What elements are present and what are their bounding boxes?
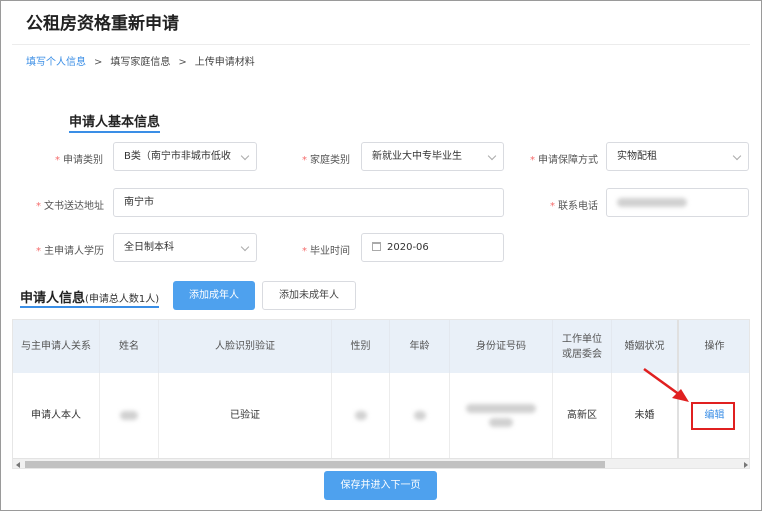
basic-info-section-title: 申请人基本信息 xyxy=(69,111,161,133)
redacted-id-line2 xyxy=(489,418,513,427)
document-address-value: 南宁市 xyxy=(124,197,154,208)
header-work-unit: 工作单位 或居委会 xyxy=(553,320,612,373)
cell-id-number xyxy=(450,373,553,458)
header-age: 年龄 xyxy=(390,320,450,373)
calendar-icon xyxy=(372,241,381,251)
family-category-select[interactable]: 新就业大中专毕业生 xyxy=(361,142,504,171)
cell-name xyxy=(100,373,159,458)
apply-category-label: * 申请类别 xyxy=(55,155,103,166)
cell-age xyxy=(390,373,450,458)
add-minor-button[interactable]: 添加未成年人 xyxy=(262,281,356,310)
cell-gender xyxy=(332,373,390,458)
scroll-left-arrow-icon[interactable] xyxy=(16,462,20,468)
phone-input[interactable] xyxy=(606,188,749,217)
breadcrumb-step-upload[interactable]: 上传申请材料 xyxy=(195,57,255,68)
applicant-count-note: (申请总人数1人) xyxy=(85,294,160,305)
redacted-id-line1 xyxy=(466,404,536,413)
header-relation: 与主申请人关系 xyxy=(13,320,100,373)
breadcrumb-separator: > xyxy=(178,57,187,68)
applicant-table: 与主申请人关系 姓名 人脸识别验证 性别 年龄 身份证号码 工作单位 或居委会 婚… xyxy=(12,319,750,469)
education-value: 全日制本科 xyxy=(124,242,174,253)
redacted-age xyxy=(413,411,426,420)
breadcrumb-step-personal-info[interactable]: 填写个人信息 xyxy=(26,57,86,68)
table-header: 与主申请人关系 姓名 人脸识别验证 性别 年龄 身份证号码 工作单位 或居委会 婚… xyxy=(13,320,749,373)
table-horizontal-scrollbar[interactable] xyxy=(13,458,749,468)
cell-work-unit: 高新区 xyxy=(553,373,612,458)
document-address-input[interactable]: 南宁市 xyxy=(113,188,504,217)
redacted-gender xyxy=(354,411,367,420)
header-face-verify: 人脸识别验证 xyxy=(159,320,332,373)
header-name: 姓名 xyxy=(100,320,159,373)
required-mark: * xyxy=(530,155,535,166)
applicant-info-title: 申请人信息(申请总人数1人) xyxy=(20,287,160,308)
redacted-phone-value xyxy=(617,197,687,207)
cell-face-verify: 已验证 xyxy=(159,373,332,458)
table-row: 申请人本人 已验证 高新区 未婚 编辑 xyxy=(13,373,749,458)
education-select[interactable]: 全日制本科 xyxy=(113,233,257,262)
required-mark: * xyxy=(55,155,60,166)
required-mark: * xyxy=(550,201,555,212)
header-action: 操作 xyxy=(704,341,725,352)
required-mark: * xyxy=(36,246,41,257)
header-gender: 性别 xyxy=(332,320,390,373)
family-category-label: * 家庭类别 xyxy=(302,155,350,166)
scrollbar-thumb[interactable] xyxy=(25,461,605,468)
education-label: * 主申请人学历 xyxy=(36,246,104,257)
apply-category-value: B类（南宁市非城市低收 xyxy=(124,151,231,162)
guarantee-method-value: 实物配租 xyxy=(617,151,657,162)
guarantee-method-select[interactable]: 实物配租 xyxy=(606,142,749,171)
page-title: 公租房资格重新申请 xyxy=(26,14,179,34)
chevron-down-icon xyxy=(240,151,250,161)
graduation-time-label: * 毕业时间 xyxy=(302,246,350,257)
breadcrumb: 填写个人信息 > 填写家庭信息 > 上传申请材料 xyxy=(26,53,255,68)
document-address-label: * 文书送达地址 xyxy=(36,201,104,212)
scroll-right-arrow-icon[interactable] xyxy=(744,462,748,468)
required-mark: * xyxy=(36,201,41,212)
chevron-down-icon xyxy=(732,151,742,161)
breadcrumb-separator: > xyxy=(94,57,103,68)
apply-category-select[interactable]: B类（南宁市非城市低收 xyxy=(113,142,257,171)
chevron-down-icon xyxy=(240,242,250,252)
breadcrumb-step-family-info[interactable]: 填写家庭信息 xyxy=(110,57,170,68)
title-divider xyxy=(12,44,750,45)
cell-relation: 申请人本人 xyxy=(13,373,100,458)
header-id-number: 身份证号码 xyxy=(450,320,553,373)
applicant-info-heading: 申请人信息(申请总人数1人) xyxy=(20,291,160,308)
save-and-next-button[interactable]: 保存并进入下一页 xyxy=(324,471,437,500)
required-mark: * xyxy=(302,246,307,257)
chevron-down-icon xyxy=(487,151,497,161)
cell-marital: 未婚 xyxy=(612,373,678,458)
edit-highlight-box xyxy=(691,402,735,430)
family-category-value: 新就业大中专毕业生 xyxy=(372,151,462,162)
guarantee-method-label: * 申请保障方式 xyxy=(530,155,598,166)
add-adult-button[interactable]: 添加成年人 xyxy=(173,281,255,310)
graduation-time-picker[interactable]: 2020-06 xyxy=(361,233,504,262)
graduation-time-value: 2020-06 xyxy=(387,242,429,253)
required-mark: * xyxy=(302,155,307,166)
redacted-name xyxy=(120,411,138,420)
header-marital: 婚姻状况 xyxy=(612,320,678,373)
phone-label: * 联系电话 xyxy=(550,201,598,212)
fixed-column-divider xyxy=(677,320,679,458)
